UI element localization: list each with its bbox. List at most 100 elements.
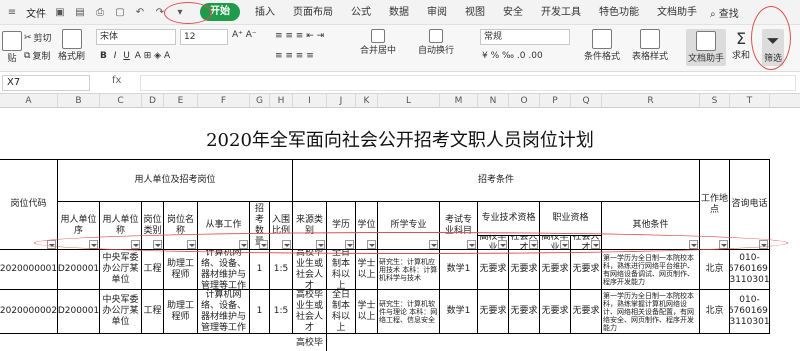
cut-button[interactable]: ✂ 剪切 <box>24 31 52 45</box>
column-header-C[interactable]: C <box>100 94 142 108</box>
font-grow-button[interactable]: A⁺ A⁻ <box>232 30 257 40</box>
cell-place-row1[interactable]: 北京 <box>700 250 730 290</box>
cell-degree-row2[interactable]: 学士以上 <box>356 290 378 334</box>
tab-3[interactable]: 公式 <box>342 0 380 25</box>
cell-post_name-row1[interactable]: 助理工程师 <box>164 250 198 290</box>
open-icon[interactable]: ▤ <box>72 4 88 20</box>
tab-6[interactable]: 视图 <box>456 0 494 25</box>
column-header-D[interactable]: D <box>142 94 164 108</box>
column-header-R[interactable]: R <box>602 94 700 108</box>
tab-5[interactable]: 审阅 <box>418 0 456 25</box>
cell-work-row2[interactable]: 计算机网络、设备、器材维护与管理等工作 <box>198 290 250 334</box>
cell-post_type-row1[interactable]: 工程 <box>142 250 164 290</box>
tab-8[interactable]: 开发工具 <box>532 0 590 25</box>
column-header-L[interactable]: L <box>378 94 440 108</box>
cell-degree-row1[interactable]: 学士以上 <box>356 250 378 290</box>
align-buttons[interactable]: ≡ ≡ ≡ ⇤ ⇥ <box>275 31 324 41</box>
number-format-select[interactable]: 常规 <box>480 29 570 45</box>
font-size-select[interactable]: 12 <box>180 29 228 45</box>
cell-other-row1[interactable]: 第一学历为全日制一本院校本科，熟练进行网络平台维护、有网络设备调试、网页制作、程… <box>602 250 700 290</box>
cell-ratio-row2[interactable]: 1:5 <box>270 290 293 334</box>
column-header-P[interactable]: P <box>540 94 571 108</box>
preview-icon[interactable]: ▢ <box>112 4 128 20</box>
cell-job_soc-row1[interactable]: 无要求 <box>571 250 602 290</box>
cell-job_hi-row2[interactable]: 无要求 <box>540 290 571 334</box>
cell-edu-row1[interactable]: 全日制本科以上 <box>327 250 356 290</box>
cell-code-row1[interactable]: 2020000001 <box>0 250 58 290</box>
column-header-N[interactable]: N <box>478 94 509 108</box>
wrap-button[interactable]: 自动换行 <box>418 29 454 56</box>
column-header-B[interactable]: B <box>58 94 100 108</box>
column-header-S[interactable]: S <box>700 94 730 108</box>
cond-format-button[interactable]: 条件格式 <box>584 29 620 62</box>
cell-post_name-row2[interactable]: 助理工程师 <box>164 290 198 334</box>
fx-icon[interactable]: fx <box>112 75 121 86</box>
cell-job_hi-row1[interactable]: 无要求 <box>540 250 571 290</box>
header-group-conditions[interactable]: 招考条件 <box>293 160 700 202</box>
formula-input[interactable] <box>140 75 796 91</box>
cell-skill_hi-row2[interactable]: 无要求 <box>478 290 509 334</box>
column-header-F[interactable]: F <box>198 94 250 108</box>
font-style-buttons[interactable]: B I U A ⊞ ◈ A <box>100 51 170 61</box>
tab-7[interactable]: 安全 <box>494 0 532 25</box>
menu-icon[interactable]: ≡ <box>4 4 20 20</box>
cell-unit_name-row1[interactable]: 中央军委办公厅某单位 <box>100 250 142 290</box>
cell-major-row1[interactable]: 研究生：计算机应用技术 本科：计算机科学与技术 <box>378 250 440 290</box>
spreadsheet-grid[interactable]: 2020年全军面向社会公开招考文职人员岗位计划 岗位代码 用人单位及招考岗位 招考条… <box>0 108 800 351</box>
cell-quota-row2[interactable]: 1 <box>250 290 270 334</box>
header-post-code[interactable]: 岗位代码 <box>0 160 58 250</box>
column-header-G[interactable]: G <box>250 94 270 108</box>
save-icon[interactable]: ▣ <box>52 4 68 20</box>
copy-button[interactable]: ⧉ 复制 <box>24 49 50 63</box>
cell-skill_soc-row1[interactable]: 无要求 <box>509 250 540 290</box>
cell-major-row2[interactable]: 研究生：计算机软件与理论 本科：网络工程、信息安全 <box>378 290 440 334</box>
tab-10[interactable]: 文档助手 <box>648 0 706 25</box>
cell-skill_soc-row2[interactable]: 无要求 <box>509 290 540 334</box>
cell-phone-row1[interactable]: 010-66760169，15311030178 <box>730 250 770 290</box>
column-header-Q[interactable]: Q <box>571 94 602 108</box>
search-button[interactable]: ⌕ 查找 <box>710 5 739 20</box>
cell-edu-row2[interactable]: 全日制本科以上 <box>327 290 356 334</box>
cell-phone-row2[interactable]: 010-66760169，15311030178 <box>730 290 770 334</box>
column-header-E[interactable]: E <box>164 94 198 108</box>
paste-button[interactable]: 贴 <box>2 31 22 64</box>
cell-exam-row2[interactable]: 数学1 <box>440 290 478 334</box>
column-header-T[interactable]: T <box>730 94 770 108</box>
cell-skill_hi-row1[interactable]: 无要求 <box>478 250 509 290</box>
print-icon[interactable]: ⎙ <box>92 4 108 20</box>
header-job[interactable]: 职业资格 <box>540 202 602 236</box>
table-style-button[interactable]: 表格样式 <box>632 29 668 62</box>
cell-ratio-row1[interactable]: 1:5 <box>270 250 293 290</box>
doc-helper-button[interactable]: 文档助手 <box>686 29 727 66</box>
header-skill[interactable]: 专业技术资格 <box>478 202 540 236</box>
align-buttons-2[interactable]: ≡ ≡ ≡ ≡ <box>275 51 314 61</box>
cell-source-row1[interactable]: 高校毕业生或社会人才 <box>293 250 327 290</box>
column-header-A[interactable]: A <box>0 94 58 108</box>
merge-button[interactable]: 合并居中 <box>360 29 396 56</box>
column-header-O[interactable]: O <box>509 94 540 108</box>
cell-unit_seq-row2[interactable]: D200001 <box>58 290 100 334</box>
font-family-select[interactable]: 宋体 <box>96 29 176 45</box>
cell-place-row2[interactable]: 北京 <box>700 290 730 334</box>
menu-file[interactable]: 文件 <box>22 5 50 20</box>
number-buttons[interactable]: ¥ % ‰ .0 .00 <box>482 51 543 61</box>
column-header-J[interactable]: J <box>327 94 356 108</box>
cell-unit_name-row2[interactable]: 中央军委办公厅某单位 <box>100 290 142 334</box>
column-header-H[interactable]: H <box>270 94 293 108</box>
cell-post_type-row2[interactable]: 工程 <box>142 290 164 334</box>
undo-icon[interactable]: ↶ <box>132 4 148 20</box>
column-header-K[interactable]: K <box>356 94 378 108</box>
cell-work-row1[interactable]: 计算机网络、设备、器材维护与管理等工作 <box>198 250 250 290</box>
tab-1[interactable]: 插入 <box>246 0 284 25</box>
column-header-I[interactable]: I <box>293 94 327 108</box>
cell-unit_seq-row1[interactable]: D200001 <box>58 250 100 290</box>
format-painter-button[interactable]: 格式刷 <box>58 29 85 62</box>
cell-source-row2[interactable]: 高校毕业生或社会人才 <box>293 290 327 334</box>
cell-quota-row1[interactable]: 1 <box>250 250 270 290</box>
cell-exam-row1[interactable]: 数学1 <box>440 250 478 290</box>
sum-button[interactable]: Σ 求和 <box>732 29 750 61</box>
cell-code-row2[interactable]: 2020000002 <box>0 290 58 334</box>
header-group-unit[interactable]: 用人单位及招考岗位 <box>58 160 293 202</box>
cell-other-row2[interactable]: 第一学历为全日制一本院校本科，熟练掌握计算机网络设计、网络相关设备配置，有网络安… <box>602 290 700 334</box>
column-header-M[interactable]: M <box>440 94 478 108</box>
